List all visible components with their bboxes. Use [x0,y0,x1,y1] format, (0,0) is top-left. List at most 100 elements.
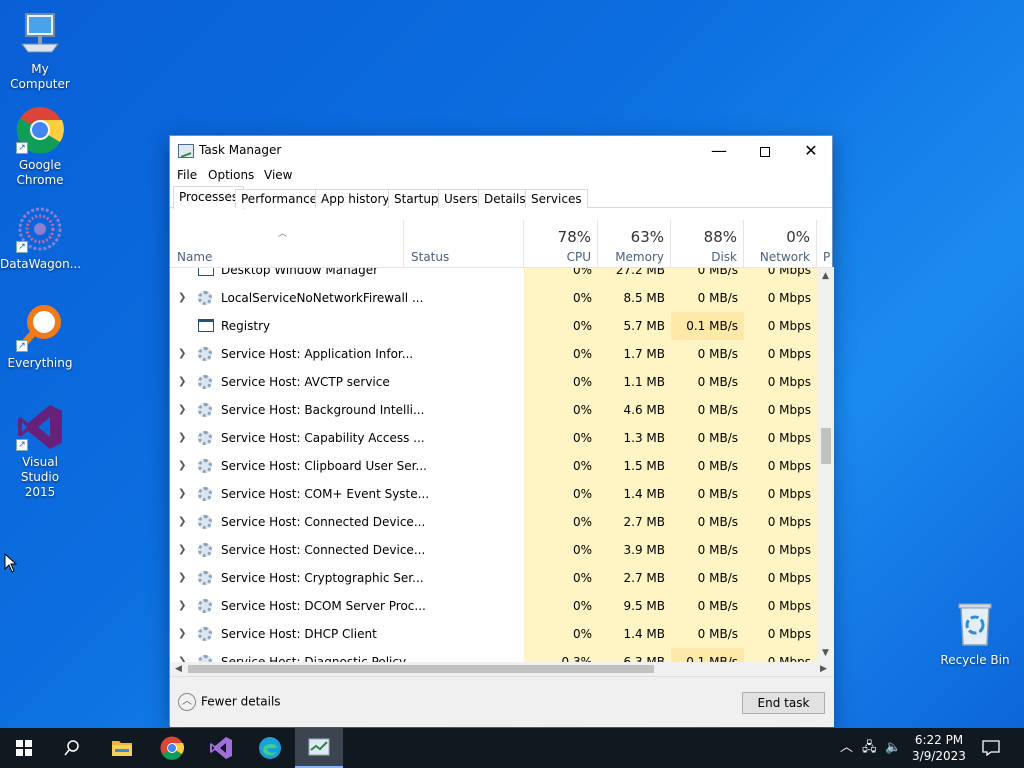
scroll-left-icon[interactable]: ◀ [175,662,182,676]
table-row[interactable]: Registry 0% 5.7 MB 0.1 MB/s 0 Mbps [170,312,817,340]
table-row[interactable]: ❯ Service Host: Background Intelli... 0% 4.… [170,396,817,424]
cpu-value: 0% [524,312,598,340]
memory-value: 5.7 MB [598,312,671,340]
minimize-button[interactable]: — [696,136,742,166]
close-button[interactable]: ✕ [788,136,834,166]
memory-value: 2.7 MB [598,508,671,536]
expand-chevron-icon[interactable]: ❯ [178,284,186,312]
process-name: Service Host: Background Intelli... [221,403,425,417]
network-icon[interactable]: 🖧 [862,728,877,768]
tab-details[interactable]: Details [478,189,532,208]
table-row[interactable]: ❯ Service Host: Application Infor... 0% 1.7… [170,340,817,368]
column-memory[interactable]: 63% Memory [598,220,671,268]
title-bar[interactable]: Task Manager — ✕ [170,136,832,166]
table-row[interactable]: Desktop Window Manager 0% 27.2 MB 0 MB/s 0 M… [170,268,817,284]
column-header: ︿ Name Status 78% CPU 63% Memory 88% Dis… [170,220,834,268]
table-row[interactable]: ❯ Service Host: Clipboard User Ser... 0% 1.… [170,452,817,480]
service-gear-icon [198,515,214,529]
column-status[interactable]: Status [404,220,524,268]
scroll-up-icon[interactable]: ▲ [817,268,834,285]
maximize-button[interactable] [742,136,788,166]
desktop-icon-recycle-bin[interactable]: Recycle Bin [935,601,1015,668]
table-row[interactable]: ❯ Service Host: Connected Device... 0% 3.9 … [170,536,817,564]
desktop-icon-my-computer[interactable]: My Computer [0,10,80,92]
expand-chevron-icon[interactable]: ❯ [178,592,186,620]
expand-chevron-icon[interactable]: ❯ [178,480,186,508]
sort-up-icon: ︿ [278,229,288,239]
datawagon-icon: ↗ [16,205,64,253]
column-disk[interactable]: 88% Disk [671,220,744,268]
menu-file[interactable]: File [177,168,197,182]
disk-value: 0 MB/s [671,564,744,592]
volume-icon[interactable]: 🔈 [885,728,901,768]
desktop-icon-label: Visual Studio 2015 [20,455,60,499]
tab-performance[interactable]: Performance [235,189,324,208]
desktop-icon-visual-studio[interactable]: ↗ Visual Studio 2015 [0,403,80,500]
cpu-value: 0% [524,268,598,284]
start-button[interactable] [0,728,48,768]
table-row[interactable]: ❯ Service Host: DHCP Client 0% 1.4 MB 0 MB/s… [170,620,817,648]
network-value: 0 Mbps [744,424,817,452]
taskbar-visual-studio[interactable] [197,728,245,768]
memory-value: 8.5 MB [598,284,671,312]
tab-startup[interactable]: Startup [388,189,445,208]
taskbar-task-manager[interactable] [295,728,343,768]
tab-services[interactable]: Services [525,189,588,208]
expand-chevron-icon[interactable]: ❯ [178,648,186,662]
expand-chevron-icon[interactable]: ❯ [178,508,186,536]
network-value: 0 Mbps [744,648,817,662]
column-power[interactable]: P [817,220,834,268]
desktop-icon-google-chrome[interactable]: ↗ Google Chrome [0,106,80,188]
table-row[interactable]: ❯ LocalServiceNoNetworkFirewall ... 0% 8.5 … [170,284,817,312]
expand-chevron-icon[interactable]: ❯ [178,424,186,452]
table-row[interactable]: ❯ Service Host: Connected Device... 0% 2.7 … [170,508,817,536]
horizontal-scrollbar[interactable]: ◀ ▶ [170,662,834,676]
window-process-icon [198,319,214,333]
scroll-down-icon[interactable]: ▼ [817,645,834,662]
expand-chevron-icon[interactable]: ❯ [178,536,186,564]
tab-users[interactable]: Users [438,189,484,208]
expand-chevron-icon[interactable]: ❯ [178,564,186,592]
taskbar-chrome[interactable] [148,728,196,768]
menu-options[interactable]: Options [208,168,254,182]
search-button[interactable] [48,728,96,768]
desktop-icon-datawagon[interactable]: ↗ DataWagon... [0,205,81,272]
vertical-scroll-thumb[interactable] [821,428,831,464]
taskbar-clock[interactable]: 6:22 PM 3/9/2023 [904,732,974,764]
column-name[interactable]: ︿ Name [170,220,404,268]
tab-processes[interactable]: Processes [173,186,245,209]
column-cpu[interactable]: 78% CPU [524,220,598,268]
memory-value: 4.6 MB [598,396,671,424]
table-row[interactable]: ❯ Service Host: Capability Access ... 0% 1.… [170,424,817,452]
search-icon [64,740,79,756]
cpu-value: 0% [524,480,598,508]
show-hidden-icons-chevron-icon[interactable]: ︿ [840,728,853,768]
expand-chevron-icon[interactable]: ❯ [178,340,186,368]
fewer-details-button[interactable]: ︿ Fewer details [178,693,281,711]
menu-view[interactable]: View [264,168,292,182]
taskbar-edge[interactable] [246,728,294,768]
scroll-right-icon[interactable]: ▶ [820,662,827,676]
table-row[interactable]: ❯ Service Host: DCOM Server Proc... 0% 9.5 … [170,592,817,620]
expand-chevron-icon[interactable]: ❯ [178,396,186,424]
expand-chevron-icon[interactable]: ❯ [178,452,186,480]
tab-app-history[interactable]: App history [315,189,396,208]
memory-value: 1.4 MB [598,620,671,648]
process-name: Service Host: Connected Device... [221,515,426,529]
end-task-button[interactable]: End task [742,692,825,714]
table-row[interactable]: ❯ Service Host: AVCTP service 0% 1.1 MB 0 MB… [170,368,817,396]
notifications-icon[interactable] [982,728,1000,768]
column-network[interactable]: 0% Network [744,220,817,268]
task-manager-icon [308,738,330,756]
vertical-scrollbar[interactable]: ▲ ▼ [817,268,834,662]
desktop-icon-everything[interactable]: ↗ Everything [0,304,80,371]
expand-chevron-icon[interactable]: ❯ [178,620,186,648]
table-row[interactable]: ❯ Service Host: Cryptographic Ser... 0% 2.7… [170,564,817,592]
table-row[interactable]: ❯ Service Host: Diagnostic Policy... 0.3% 6… [170,648,817,662]
taskbar-file-explorer[interactable] [98,728,146,768]
expand-chevron-icon[interactable]: ❯ [178,368,186,396]
table-row[interactable]: ❯ Service Host: COM+ Event Syste... 0% 1.4 … [170,480,817,508]
shortcut-arrow-icon: ↗ [16,142,28,154]
horizontal-scroll-thumb[interactable] [188,665,654,673]
computer-icon [16,10,64,58]
